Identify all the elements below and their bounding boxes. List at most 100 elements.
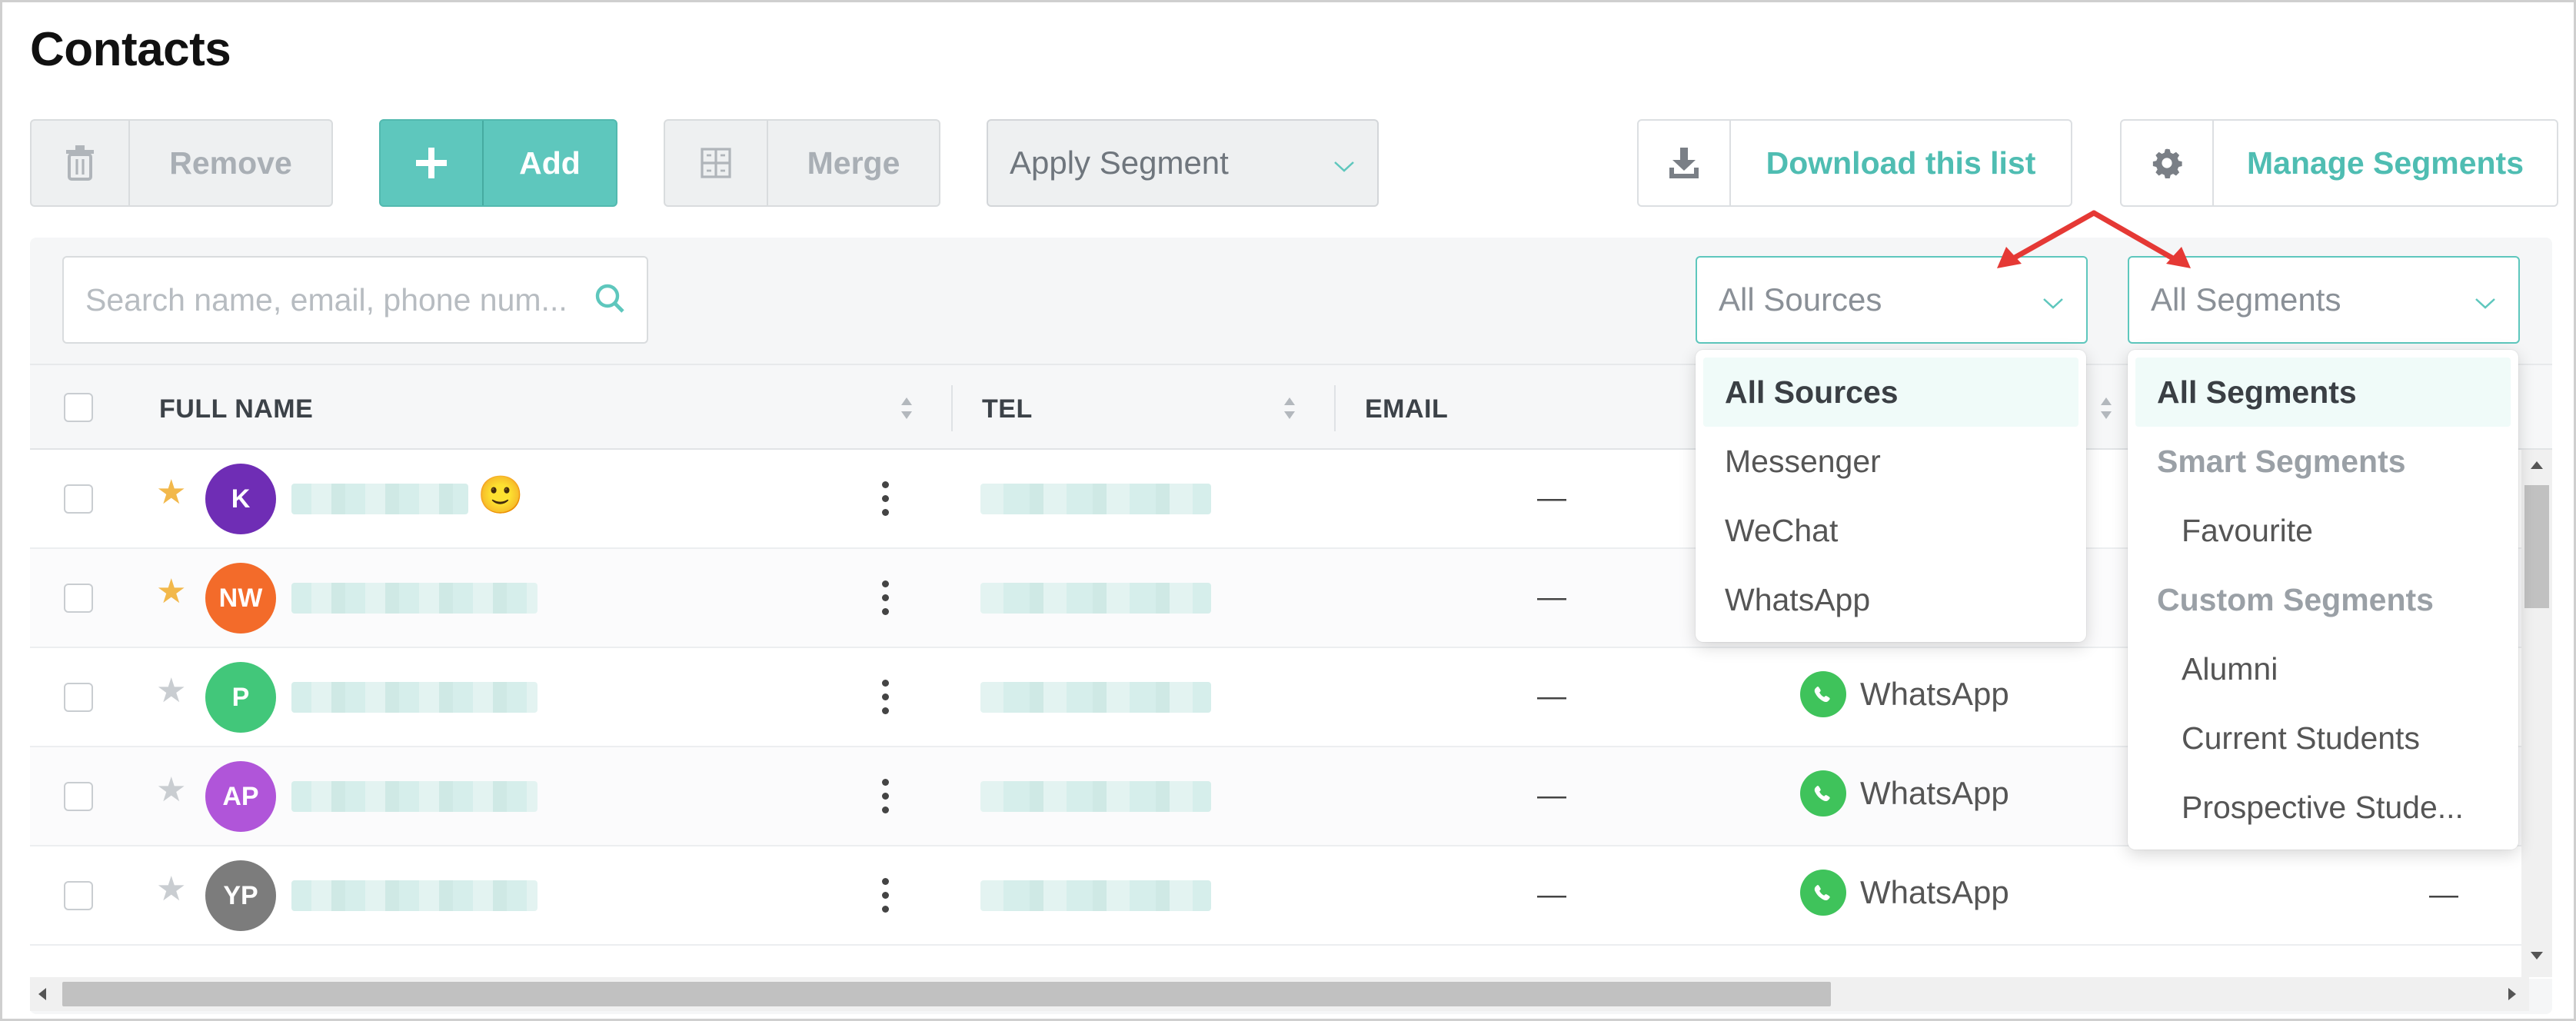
avatar: P (205, 662, 276, 733)
contact-tel-redacted (980, 484, 1211, 514)
avatar: NW (205, 563, 276, 634)
sort-icon[interactable] (899, 393, 914, 424)
search-box[interactable] (62, 256, 648, 344)
segments-option-alumni[interactable]: Alumni (2128, 634, 2518, 703)
sources-option-wechat[interactable]: WeChat (1696, 496, 2086, 565)
contact-name-redacted[interactable] (291, 682, 537, 713)
sources-option-all[interactable]: All Sources (1703, 358, 2078, 427)
sort-icon[interactable] (1282, 393, 1297, 424)
chevron-down-icon (2474, 281, 2497, 318)
avatar-initials: K (231, 484, 251, 514)
sources-option-whatsapp[interactable]: WhatsApp (1696, 565, 2086, 634)
avatar-initials: YP (223, 880, 258, 910)
contact-name-redacted[interactable] (291, 583, 537, 614)
sources-select-value: All Sources (1719, 281, 1882, 318)
annotation-arrow-right (2091, 210, 2191, 268)
segments-group-smart: Smart Segments (2157, 443, 2406, 479)
segments-option-prospective-students[interactable]: Prospective Stude... (2128, 773, 2518, 842)
scroll-left-icon[interactable] (36, 986, 48, 1002)
gear-icon (2122, 121, 2214, 205)
merge-icon (665, 121, 768, 205)
vertical-scrollbar[interactable] (2521, 450, 2552, 977)
segments-select-value: All Segments (2151, 281, 2341, 318)
row-checkbox[interactable] (64, 484, 93, 514)
contact-email: — (1537, 780, 1566, 812)
row-checkbox[interactable] (64, 683, 93, 712)
download-icon (1639, 121, 1731, 205)
segments-option-favourite[interactable]: Favourite (2128, 496, 2518, 565)
contact-name-redacted[interactable] (291, 781, 537, 812)
contact-extra-field: — (2429, 879, 2458, 911)
row-checkbox[interactable] (64, 782, 93, 811)
contact-tel-redacted (980, 880, 1211, 911)
scroll-up-icon[interactable] (2529, 459, 2544, 471)
remove-button[interactable]: Remove (30, 119, 333, 207)
emoji-icon: 🙂 (478, 475, 524, 516)
contact-email: — (1537, 879, 1566, 911)
manage-segments-button[interactable]: Manage Segments (2120, 119, 2558, 207)
sources-option-messenger[interactable]: Messenger (1696, 427, 2086, 496)
horizontal-scrollbar[interactable] (30, 977, 2529, 1011)
row-menu-icon[interactable] (882, 580, 890, 615)
row-menu-icon[interactable] (882, 481, 890, 516)
apply-segment-select[interactable]: Apply Segment (987, 119, 1379, 207)
segments-group-custom: Custom Segments (2157, 581, 2434, 617)
annotation-arrow-left (1997, 210, 2097, 268)
column-divider[interactable] (1334, 385, 1336, 431)
avatar-initials: AP (222, 781, 259, 811)
row-menu-icon[interactable] (882, 680, 890, 714)
segments-option-current-students[interactable]: Current Students (2128, 703, 2518, 773)
segments-option-all[interactable]: All Segments (2135, 358, 2511, 427)
row-checkbox[interactable] (64, 881, 93, 910)
contact-source: WhatsApp (1800, 671, 2009, 717)
avatar-initials: NW (218, 583, 263, 613)
row-menu-icon[interactable] (882, 878, 890, 913)
avatar: YP (205, 860, 276, 931)
contact-email: — (1537, 482, 1566, 514)
manage-segments-label: Manage Segments (2247, 145, 2524, 181)
column-header-tel[interactable]: TEL (982, 394, 1033, 424)
merge-button[interactable]: Merge (664, 119, 940, 207)
column-divider[interactable] (951, 385, 953, 431)
chevron-down-icon (1333, 145, 1356, 181)
search-icon[interactable] (594, 283, 625, 318)
vertical-scroll-thumb[interactable] (2524, 485, 2549, 608)
column-header-email[interactable]: EMAIL (1365, 394, 1448, 424)
contact-name-redacted[interactable] (291, 880, 537, 911)
avatar-initials: P (231, 682, 250, 712)
contact-source: WhatsApp (1800, 770, 2009, 816)
column-header-full-name[interactable]: FULL NAME (159, 394, 313, 424)
download-list-label: Download this list (1766, 145, 2036, 181)
contact-email: — (1537, 680, 1566, 713)
star-icon[interactable]: ★ (156, 674, 186, 708)
segments-dropdown-menu: All Segments Smart Segments Favourite Cu… (2128, 350, 2518, 850)
avatar: AP (205, 761, 276, 832)
app-window: Contacts Remove Add Merge Apply Segment … (0, 0, 2576, 1021)
star-icon[interactable]: ★ (156, 476, 186, 510)
row-menu-icon[interactable] (882, 779, 890, 813)
select-all-checkbox[interactable] (64, 393, 93, 422)
contact-email: — (1537, 581, 1566, 614)
table-row[interactable]: ★ YP — WhatsApp — (30, 846, 2552, 946)
add-button[interactable]: Add (379, 119, 617, 207)
scroll-down-icon[interactable] (2529, 949, 2544, 962)
contact-name-redacted[interactable] (291, 484, 468, 514)
whatsapp-icon (1800, 671, 1846, 717)
whatsapp-icon (1800, 870, 1846, 916)
horizontal-scroll-thumb[interactable] (62, 982, 1831, 1006)
scroll-right-icon[interactable] (2506, 986, 2518, 1002)
row-checkbox[interactable] (64, 584, 93, 613)
chevron-down-icon (2042, 281, 2065, 318)
remove-label: Remove (169, 145, 292, 181)
star-icon[interactable]: ★ (156, 773, 186, 807)
whatsapp-icon (1800, 770, 1846, 816)
sort-icon[interactable] (2098, 393, 2114, 424)
sources-dropdown-menu: All Sources Messenger WeChat WhatsApp (1696, 350, 2086, 642)
annotation-arrows (1997, 210, 2191, 268)
download-list-button[interactable]: Download this list (1637, 119, 2072, 207)
merge-label: Merge (807, 145, 900, 181)
star-icon[interactable]: ★ (156, 873, 186, 906)
search-input[interactable] (85, 281, 577, 318)
star-icon[interactable]: ★ (156, 575, 186, 609)
plus-icon (381, 121, 484, 205)
